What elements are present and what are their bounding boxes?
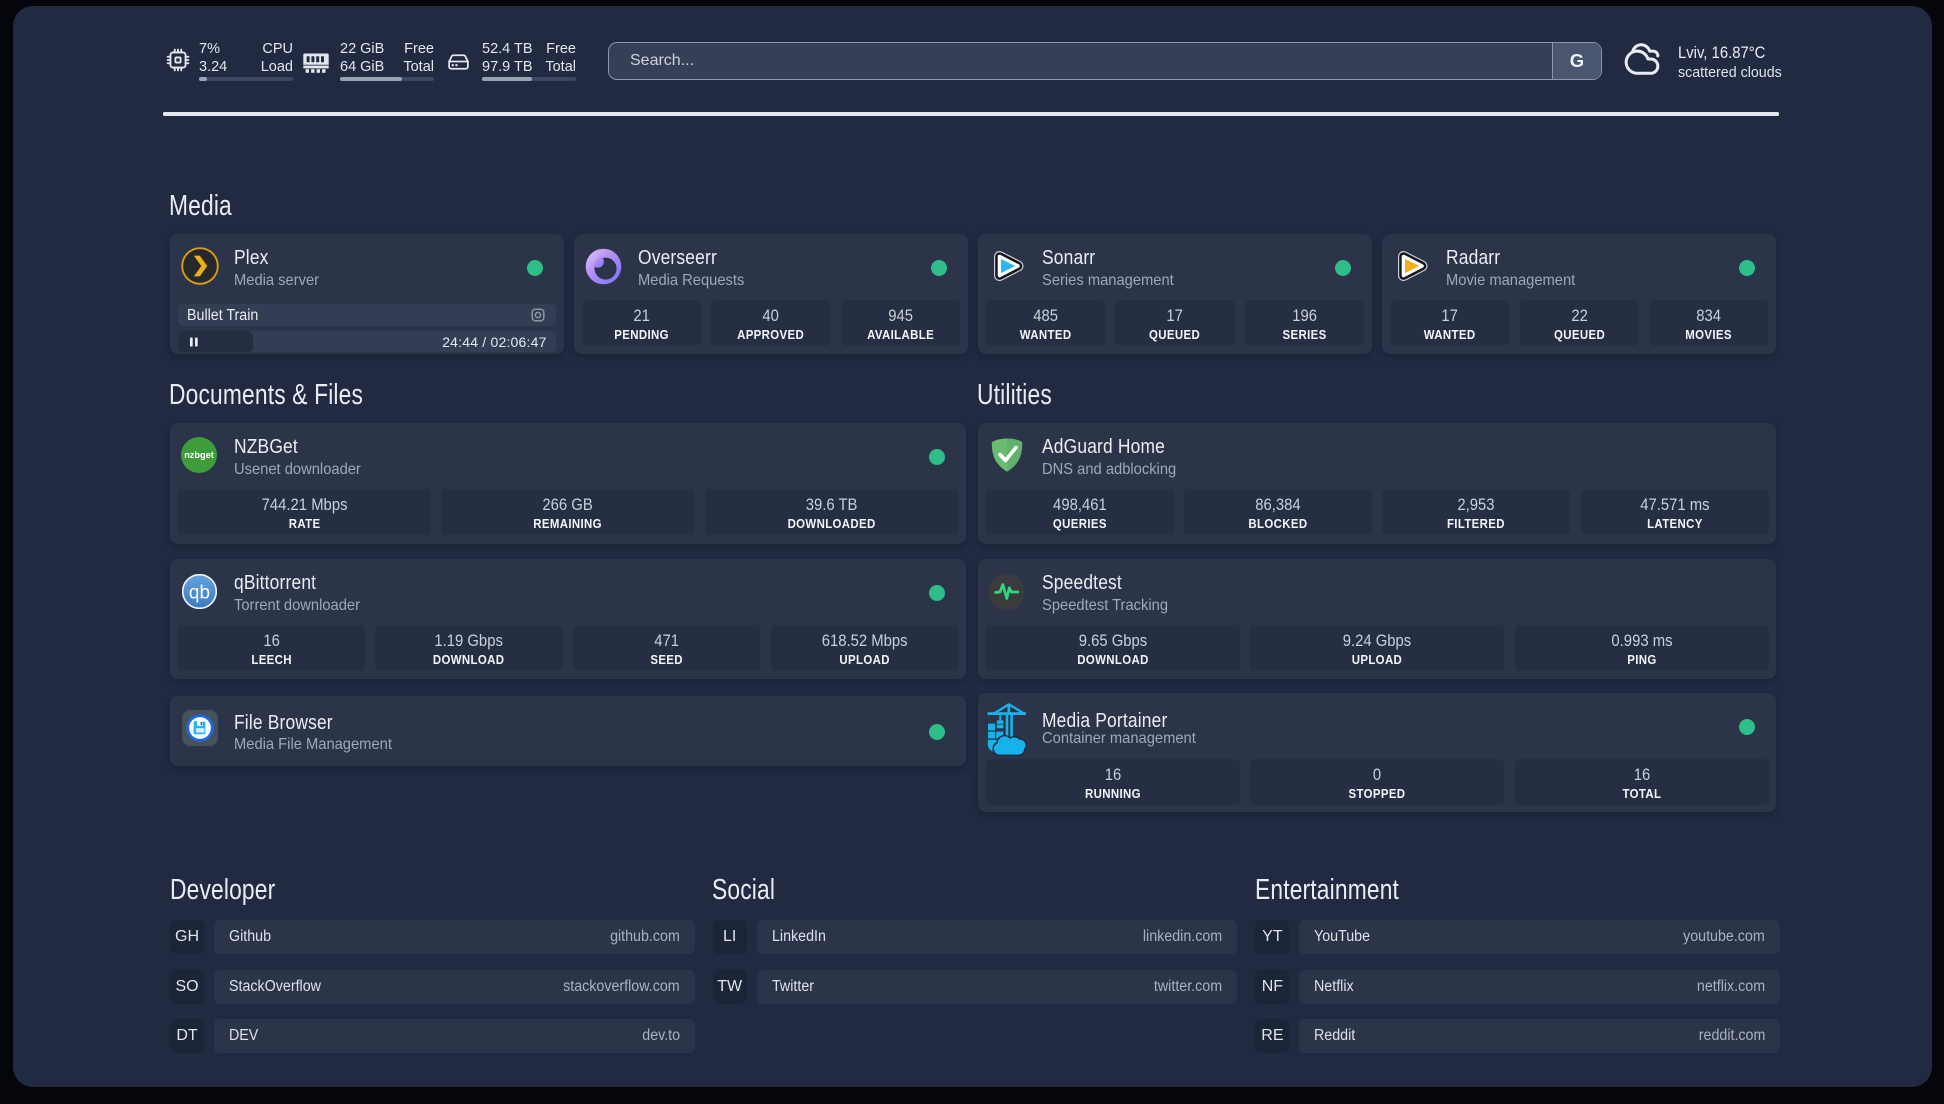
svg-text:qb: qb bbox=[189, 583, 210, 604]
svg-text:nzbget: nzbget bbox=[184, 450, 214, 460]
